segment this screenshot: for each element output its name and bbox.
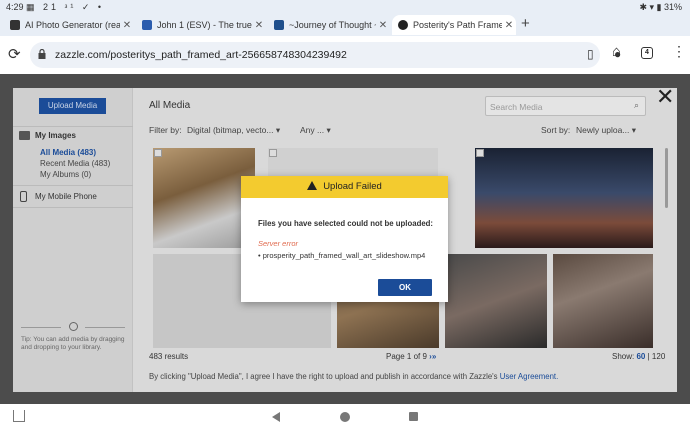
close-tab-icon[interactable]: ✕ xyxy=(252,20,266,31)
results-count: 483 results xyxy=(149,352,189,361)
show-120-option[interactable]: 120 xyxy=(652,352,665,361)
close-tab-icon[interactable]: ✕ xyxy=(376,20,390,31)
system-nav-bar xyxy=(0,404,690,431)
warning-icon xyxy=(307,181,318,190)
dialog-message: Files you have selected could not be upl… xyxy=(258,219,434,228)
favicon-icon xyxy=(142,20,152,30)
favicon-icon xyxy=(10,20,20,30)
drag-drop-tip: Tip: You can add media by dragging and d… xyxy=(21,336,125,351)
search-placeholder: Search Media xyxy=(490,102,543,112)
search-icon[interactable]: ⌕ xyxy=(634,100,639,111)
home-button-icon[interactable] xyxy=(340,412,350,422)
media-thumbnail[interactable] xyxy=(475,148,653,248)
tab-switcher-button[interactable]: 4 xyxy=(641,47,653,59)
tab-title: Posterity's Path Framed Art xyxy=(413,20,502,30)
divider xyxy=(13,207,133,208)
sort-value: Newly uploa... xyxy=(576,125,630,135)
tab-ai-photo-generator[interactable]: AI Photo Generator (realistic ✕ xyxy=(4,15,134,35)
media-thumbnail[interactable] xyxy=(445,254,547,348)
divider xyxy=(21,327,61,328)
filter-any-value: Any ... xyxy=(300,125,325,135)
failed-file-name: • prosperity_path_framed_wall_art_slides… xyxy=(258,251,426,260)
divider xyxy=(13,126,133,127)
launcher-icon[interactable] xyxy=(13,410,25,422)
sidebar-item-all-media[interactable]: All Media (483) xyxy=(40,148,96,157)
select-checkbox[interactable] xyxy=(476,149,484,157)
filter-type-value: Digital (bitmap, vecto... xyxy=(187,125,274,135)
next-page-button[interactable]: ›» xyxy=(429,352,436,361)
media-sidebar: Upload Media My Images All Media (483) R… xyxy=(13,88,133,392)
more-menu-icon[interactable]: ⋮ xyxy=(672,43,686,60)
ok-button[interactable]: OK xyxy=(378,279,432,296)
error-label: Server error xyxy=(258,239,299,248)
browser-toolbar: ⟳ zazzle.com/posteritys_path_framed_art-… xyxy=(0,36,690,74)
tab-title: ~Journey of Thought ~ Shir xyxy=(289,20,376,30)
select-checkbox[interactable] xyxy=(154,149,162,157)
tab-posteritys-path[interactable]: Posterity's Path Framed Art ✕ xyxy=(392,15,516,35)
media-thumbnail[interactable] xyxy=(153,148,255,248)
divider xyxy=(13,185,133,186)
agreement-text: By clicking "Upload Media", I agree I ha… xyxy=(149,372,558,381)
close-tab-icon[interactable]: ✕ xyxy=(120,20,134,31)
tab-journey-of-thought[interactable]: ~Journey of Thought ~ Shir ✕ xyxy=(268,15,390,35)
status-bar: 4:29 ▦ 21 ᵌ¹ ✓ • ✱ ▾ ▮ 31% xyxy=(0,0,690,14)
sidebar-item-recent-media[interactable]: Recent Media (483) xyxy=(40,159,110,168)
tab-strip: AI Photo Generator (realistic ✕ John 1 (… xyxy=(0,14,690,36)
tab-title: AI Photo Generator (realistic xyxy=(25,20,120,30)
show-60-option[interactable]: 60 xyxy=(636,352,645,361)
page-info: Page 1 of 9 xyxy=(386,352,427,361)
tab-title: John 1 (ESV) - The true light xyxy=(157,20,252,30)
close-icon[interactable]: ✕ xyxy=(656,84,674,110)
notification-icons: ▦ 21 ᵌ¹ ✓ • xyxy=(26,2,105,12)
dialog-header: Upload Failed xyxy=(241,176,448,198)
bookmark-icon[interactable]: ▯ xyxy=(587,47,594,61)
upload-media-button[interactable]: Upload Media xyxy=(39,98,106,114)
favicon-icon xyxy=(398,20,408,30)
user-agreement-link[interactable]: User Agreement. xyxy=(500,372,559,381)
filter-type-dropdown[interactable]: Digital (bitmap, vecto... ▾ xyxy=(187,125,280,136)
upload-failed-dialog: Upload Failed Files you have selected co… xyxy=(241,176,448,302)
clock: 4:29 xyxy=(6,2,24,12)
image-icon xyxy=(19,131,30,140)
sort-dropdown[interactable]: Newly uploa... ▾ xyxy=(576,125,636,136)
divider xyxy=(85,327,125,328)
filter-any-dropdown[interactable]: Any ... ▾ xyxy=(300,125,331,136)
media-thumbnail[interactable] xyxy=(553,254,653,348)
filter-label: Filter by: xyxy=(149,125,182,135)
select-checkbox[interactable] xyxy=(269,149,277,157)
dialog-title: Upload Failed xyxy=(323,181,382,192)
phone-icon xyxy=(20,191,27,202)
my-images-heading[interactable]: My Images xyxy=(35,131,76,140)
lightbulb-icon xyxy=(69,322,78,331)
pagination: Page 1 of 9 ›» xyxy=(386,352,436,361)
system-status: ✱ ▾ ▮ 31% xyxy=(639,2,682,12)
recents-icon[interactable] xyxy=(409,412,418,421)
back-icon[interactable] xyxy=(272,412,280,422)
agreement-sentence: By clicking "Upload Media", I agree I ha… xyxy=(149,372,498,381)
home-icon[interactable]: ⌂ xyxy=(612,43,621,60)
sidebar-item-my-albums[interactable]: My Albums (0) xyxy=(40,170,91,179)
favicon-icon xyxy=(274,20,284,30)
lock-icon xyxy=(38,49,46,59)
sidebar-item-mobile-phone[interactable]: My Mobile Phone xyxy=(35,192,97,201)
show-label: Show: xyxy=(612,352,635,361)
reload-icon[interactable]: ⟳ xyxy=(8,45,21,63)
sort-label: Sort by: xyxy=(541,125,571,135)
address-bar[interactable]: zazzle.com/posteritys_path_framed_art-25… xyxy=(30,42,621,68)
new-tab-icon[interactable]: + xyxy=(521,15,530,32)
page-size-selector: Show: 60 | 120 xyxy=(612,352,665,361)
close-tab-icon[interactable]: ✕ xyxy=(502,20,516,31)
search-input[interactable]: Search Media ⌕ xyxy=(485,96,646,116)
page-title: All Media xyxy=(149,100,191,111)
show-separator: | xyxy=(647,352,650,361)
scrollbar[interactable] xyxy=(665,148,668,208)
tab-john-1[interactable]: John 1 (ESV) - The true light ✕ xyxy=(136,15,266,35)
url-text: zazzle.com/posteritys_path_framed_art-25… xyxy=(55,49,347,61)
